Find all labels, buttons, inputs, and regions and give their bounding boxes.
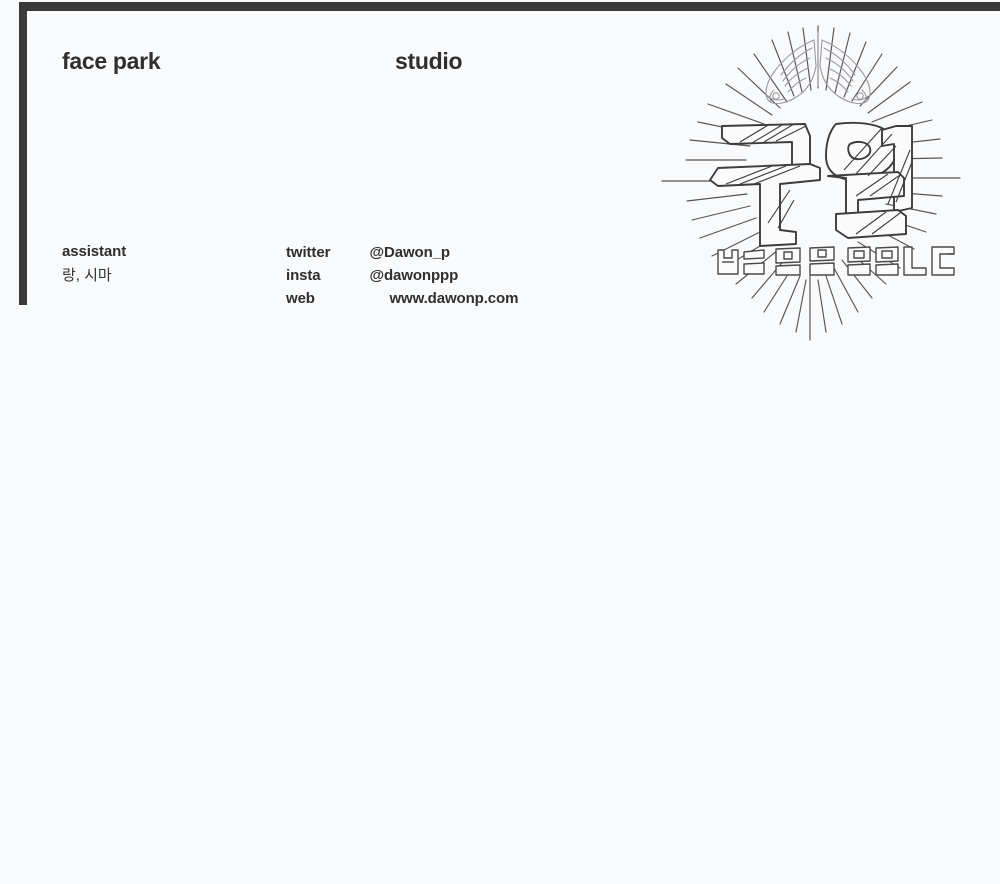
contact-row-web: web www.dawonp.com [286, 287, 518, 310]
contact-key-web: web [286, 290, 315, 307]
page-title: face park [62, 48, 161, 74]
header: face park studio [62, 48, 682, 80]
contact-value-insta[interactable]: @dawonppp [369, 264, 458, 287]
assistant-credits: assistant 랑, 시마 [62, 241, 252, 288]
contact-list: twitter @Dawon_p insta @dawonppp web www… [286, 241, 518, 310]
card-frame-left-rule [19, 2, 27, 305]
contact-value-twitter[interactable]: @Dawon_p [369, 241, 450, 264]
card-frame-top-rule [19, 2, 1000, 11]
studio-label: studio [395, 48, 463, 74]
contact-row-insta: insta @dawonppp [286, 264, 518, 287]
contact-row-twitter: twitter @Dawon_p [286, 241, 518, 264]
assistant-label: assistant [62, 243, 127, 260]
assistant-names: 랑, 시마 [62, 267, 112, 284]
angel-wings-icon [765, 31, 871, 105]
contact-key-twitter: twitter [286, 244, 331, 261]
contact-key-insta: insta [286, 267, 321, 284]
contact-value-web[interactable]: www.dawonp.com [369, 287, 518, 310]
guwon-wings-logo [660, 18, 990, 343]
wordmark-guwon [709, 121, 913, 247]
radiating-rays-icon [661, 25, 961, 341]
